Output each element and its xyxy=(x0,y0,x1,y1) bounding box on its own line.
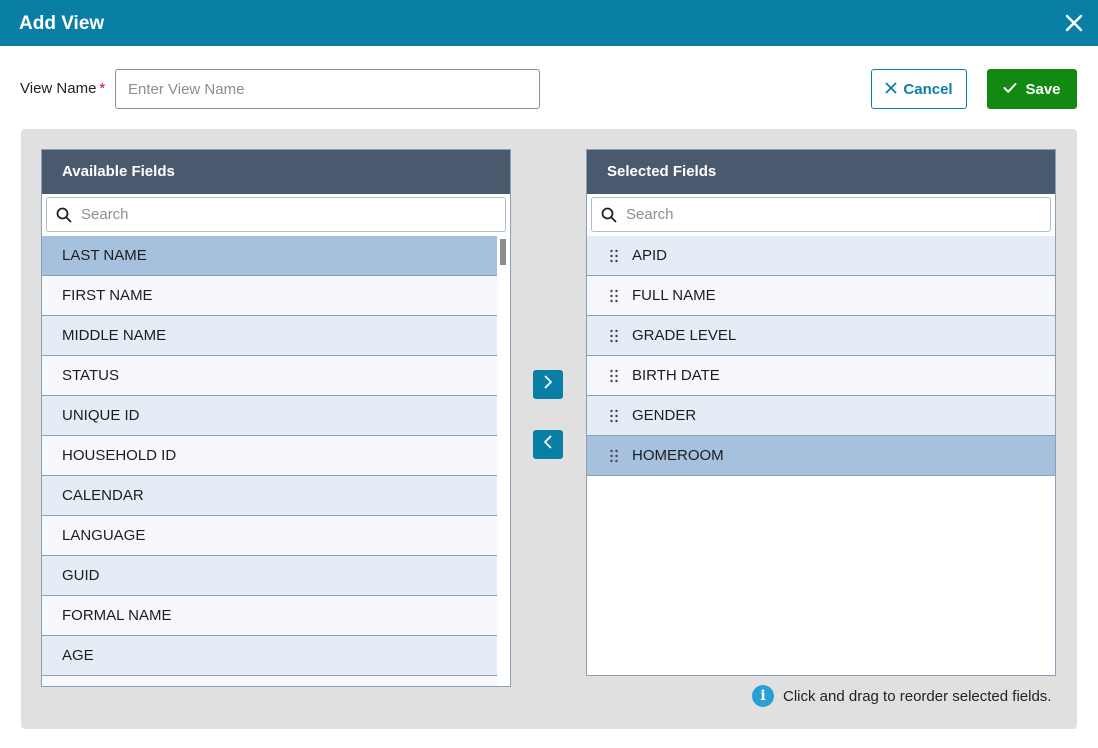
field-label: APID xyxy=(632,247,668,264)
selected-fields-header: Selected Fields xyxy=(587,150,1055,194)
cancel-button-label: Cancel xyxy=(903,80,953,98)
available-fields-panel: Available Fields LAST NAME FIRST NAME MI… xyxy=(41,149,511,687)
field-label: CALENDAR xyxy=(62,487,144,504)
available-field-item[interactable]: MIDDLE NAME xyxy=(42,316,497,356)
selected-search-input[interactable] xyxy=(626,198,1046,231)
field-label: HOUSEHOLD ID xyxy=(62,447,177,464)
available-fields-header: Available Fields xyxy=(42,150,510,194)
close-icon xyxy=(885,81,897,98)
reorder-hint: i Click and drag to reorder selected fie… xyxy=(752,685,1051,707)
available-field-item[interactable]: LANGUAGE xyxy=(42,516,497,556)
chevron-right-icon xyxy=(543,375,553,394)
field-label: MIDDLE NAME xyxy=(62,327,167,344)
available-field-item[interactable]: LAST NAME xyxy=(42,236,497,276)
drag-handle-icon[interactable] xyxy=(609,408,619,424)
field-label: GUID xyxy=(62,567,100,584)
field-label: LAST NAME xyxy=(62,247,147,264)
dialog-title: Add View xyxy=(19,13,105,34)
selected-search xyxy=(591,197,1051,232)
search-icon xyxy=(56,207,72,223)
available-field-item[interactable]: UNIQUE ID xyxy=(42,396,497,436)
selected-field-item[interactable]: GENDER xyxy=(587,396,1055,436)
selected-field-item[interactable]: FULL NAME xyxy=(587,276,1055,316)
view-name-label-text: View Name xyxy=(20,80,97,97)
selected-field-item[interactable]: APID xyxy=(587,236,1055,276)
add-field-button[interactable] xyxy=(533,370,563,399)
available-scrollbar[interactable] xyxy=(498,236,510,686)
drag-handle-icon[interactable] xyxy=(609,248,619,264)
available-field-item[interactable]: GUID xyxy=(42,556,497,596)
field-label: LANGUAGE xyxy=(62,527,146,544)
drag-handle-icon[interactable] xyxy=(609,368,619,384)
available-scrollbar-thumb[interactable] xyxy=(500,239,506,265)
close-icon[interactable] xyxy=(1062,11,1086,35)
save-button-label: Save xyxy=(1025,80,1061,98)
selected-fields-panel: Selected Fields APID FULL NAME GRADE LEV… xyxy=(586,149,1056,676)
drag-handle-icon[interactable] xyxy=(609,448,619,464)
view-name-input[interactable] xyxy=(115,69,540,109)
field-label: AGE xyxy=(62,647,94,664)
available-field-item[interactable]: FORMAL NAME xyxy=(42,596,497,636)
selected-fields-list: APID FULL NAME GRADE LEVEL BIRTH DATE GE… xyxy=(587,236,1055,476)
available-field-item[interactable]: STATUS xyxy=(42,356,497,396)
required-mark: * xyxy=(99,80,106,97)
view-name-label: View Name * xyxy=(20,80,105,97)
available-field-item[interactable]: CALENDAR xyxy=(42,476,497,516)
info-icon: i xyxy=(752,685,774,707)
dialog-titlebar: Add View xyxy=(0,0,1098,46)
field-label: FORMAL NAME xyxy=(62,607,172,624)
available-field-item[interactable]: FIRST NAME xyxy=(42,276,497,316)
field-label: UNIQUE ID xyxy=(62,407,140,424)
field-label: HOMEROOM xyxy=(632,447,724,464)
drag-handle-icon[interactable] xyxy=(609,288,619,304)
chevron-left-icon xyxy=(543,435,553,454)
available-field-item[interactable] xyxy=(42,676,497,686)
remove-field-button[interactable] xyxy=(533,430,563,459)
field-label: STATUS xyxy=(62,367,119,384)
available-field-item[interactable]: AGE xyxy=(42,636,497,676)
search-icon xyxy=(601,207,617,223)
field-label: BIRTH DATE xyxy=(632,367,720,384)
available-fields-list: LAST NAME FIRST NAME MIDDLE NAME STATUS … xyxy=(42,236,497,686)
available-search xyxy=(46,197,506,232)
reorder-hint-text: Click and drag to reorder selected field… xyxy=(783,687,1052,705)
field-label: FIRST NAME xyxy=(62,287,153,304)
cancel-button[interactable]: Cancel xyxy=(871,69,967,109)
selected-field-item[interactable]: HOMEROOM xyxy=(587,436,1055,476)
available-field-item[interactable]: HOUSEHOLD ID xyxy=(42,436,497,476)
drag-handle-icon[interactable] xyxy=(609,328,619,344)
field-label: FULL NAME xyxy=(632,287,716,304)
available-search-input[interactable] xyxy=(81,198,501,231)
field-label: GENDER xyxy=(632,407,697,424)
check-icon xyxy=(1003,81,1017,98)
selected-field-item[interactable]: GRADE LEVEL xyxy=(587,316,1055,356)
field-label: GRADE LEVEL xyxy=(632,327,737,344)
selected-field-item[interactable]: BIRTH DATE xyxy=(587,356,1055,396)
save-button[interactable]: Save xyxy=(987,69,1077,109)
